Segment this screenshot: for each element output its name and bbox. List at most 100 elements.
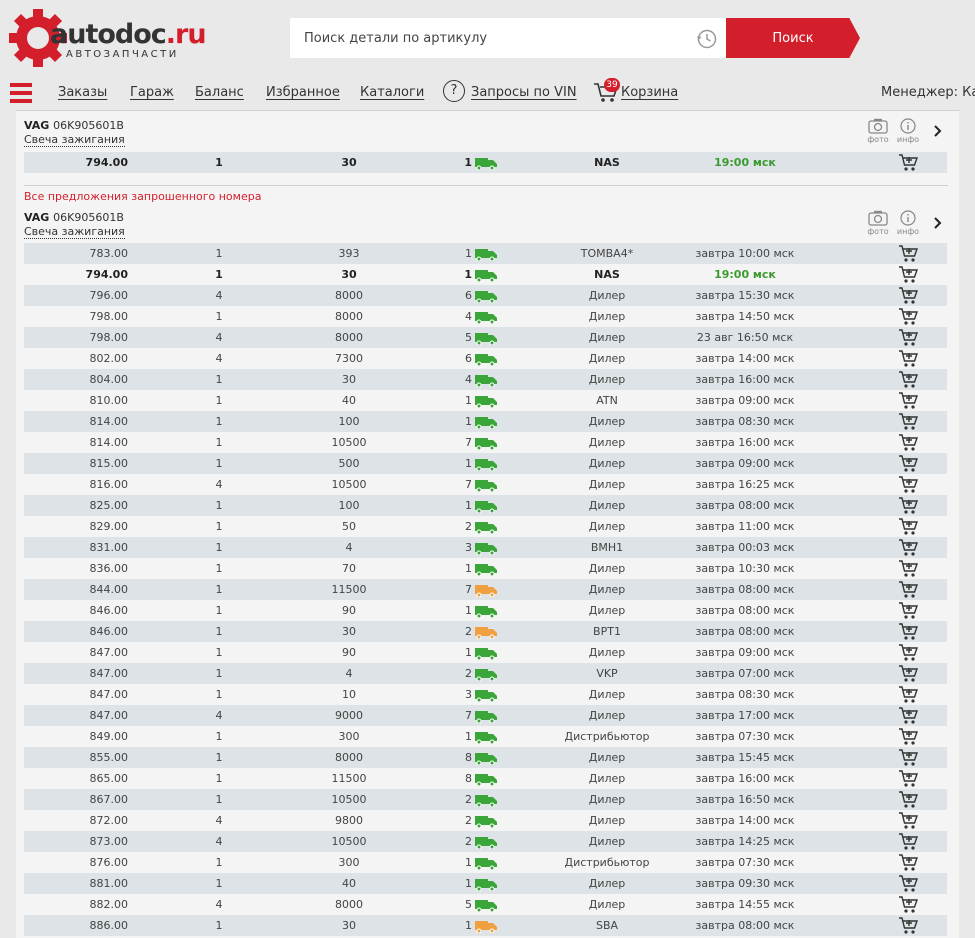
add-to-cart-icon[interactable]: [898, 496, 918, 515]
add-to-cart-icon[interactable]: [898, 769, 918, 788]
offer-supplier: Дилер: [588, 793, 626, 806]
offer-supplier: BMH1: [590, 541, 624, 554]
offer-delivery: завтра 15:45 мск: [695, 751, 795, 764]
photo-button[interactable]: фото: [865, 210, 891, 236]
add-to-cart-icon[interactable]: [898, 811, 918, 830]
offer-stock: 8000: [335, 751, 363, 764]
add-to-cart-icon[interactable]: [898, 790, 918, 809]
offer-days: 1: [465, 247, 472, 260]
offer-supplier: BPT1: [593, 625, 621, 638]
add-to-cart-icon[interactable]: [898, 475, 918, 494]
add-to-cart-icon[interactable]: [898, 748, 918, 767]
add-to-cart-icon[interactable]: [898, 874, 918, 893]
offer-delivery: завтра 10:30 мск: [695, 562, 795, 575]
add-to-cart-icon[interactable]: [898, 853, 918, 872]
offer-price: 796.00: [89, 289, 129, 302]
offer-row: 881.00 1 40 1 Дилер завтра 09:30 мск: [24, 873, 947, 894]
offer-stock: 393: [338, 247, 360, 260]
nav-vin-requests[interactable]: Запросы по VIN: [471, 85, 577, 100]
info-button[interactable]: инфо: [895, 118, 921, 144]
add-to-cart-icon[interactable]: [898, 727, 918, 746]
add-to-cart-icon[interactable]: [898, 664, 918, 683]
photo-button[interactable]: фото: [865, 118, 891, 144]
truck-icon: [474, 646, 498, 661]
search-input[interactable]: [290, 18, 690, 58]
offer-delivery: завтра 08:00 мск: [695, 604, 795, 617]
add-to-cart-icon[interactable]: [898, 391, 918, 410]
add-to-cart-icon[interactable]: [898, 559, 918, 578]
info-icon: [900, 210, 916, 226]
part-article[interactable]: 06K905601B: [53, 119, 124, 132]
logo[interactable]: autodoc.ru АВТОЗАПЧАСТИ: [8, 8, 208, 68]
add-to-cart-icon[interactable]: [898, 328, 918, 347]
offer-days: 1: [465, 562, 472, 575]
truck-icon: [474, 247, 498, 262]
offer-price: 836.00: [89, 562, 129, 575]
part-article[interactable]: 06K905601B: [53, 211, 124, 224]
offer-min-qty: 1: [215, 436, 223, 449]
offer-min-qty: 1: [215, 310, 223, 323]
truck-icon: [474, 436, 498, 451]
add-to-cart-icon[interactable]: [898, 622, 918, 641]
offer-min-qty: 1: [215, 667, 223, 680]
add-to-cart-icon[interactable]: [898, 153, 918, 172]
offer-delivery: завтра 15:30 мск: [695, 289, 795, 302]
part-name[interactable]: Свеча зажигания: [24, 133, 125, 147]
add-to-cart-icon[interactable]: [898, 895, 918, 914]
offer-stock: 30: [342, 625, 356, 638]
add-to-cart-icon[interactable]: [898, 349, 918, 368]
offer-stock: 10500: [331, 478, 367, 491]
menu-icon[interactable]: [10, 83, 32, 103]
question-icon[interactable]: ?: [443, 80, 465, 102]
offer-days: 2: [465, 625, 472, 638]
add-to-cart-icon[interactable]: [898, 601, 918, 620]
nav-balance[interactable]: Баланс: [195, 85, 244, 100]
offer-delivery: завтра 10:00 мск: [695, 247, 795, 260]
offer-delivery: завтра 14:00 мск: [695, 352, 795, 365]
add-to-cart-icon[interactable]: [898, 916, 918, 935]
add-to-cart-icon[interactable]: [898, 685, 918, 704]
search-button[interactable]: Поиск: [726, 18, 860, 58]
offer-row: 814.00 1 100 1 Дилер завтра 08:30 мск: [24, 411, 947, 432]
offer-days: 8: [465, 751, 472, 764]
offer-price: 873.00: [89, 835, 129, 848]
add-to-cart-icon[interactable]: [898, 265, 918, 284]
offer-delivery: завтра 09:00 мск: [695, 457, 795, 470]
chevron-right-icon[interactable]: [933, 125, 943, 137]
add-to-cart-icon[interactable]: [898, 454, 918, 473]
offer-price: 802.00: [89, 352, 129, 365]
offer-price: 844.00: [89, 583, 129, 596]
offer-min-qty: 4: [215, 331, 223, 344]
offer-row: 847.00 1 4 2 VKP завтра 07:00 мск: [24, 663, 947, 684]
nav-cart[interactable]: Корзина: [621, 85, 678, 100]
add-to-cart-icon[interactable]: [898, 286, 918, 305]
add-to-cart-icon[interactable]: [898, 370, 918, 389]
add-to-cart-icon[interactable]: [898, 517, 918, 536]
add-to-cart-icon[interactable]: [898, 412, 918, 431]
add-to-cart-icon[interactable]: [898, 580, 918, 599]
part-name[interactable]: Свеча зажигания: [24, 225, 125, 239]
offer-min-qty: 1: [215, 394, 223, 407]
add-to-cart-icon[interactable]: [898, 643, 918, 662]
offer-days: 1: [465, 394, 472, 407]
add-to-cart-icon[interactable]: [898, 538, 918, 557]
chevron-right-icon[interactable]: [933, 217, 943, 229]
offer-days: 1: [465, 457, 472, 470]
truck-icon: [474, 457, 498, 472]
add-to-cart-icon[interactable]: [898, 706, 918, 725]
nav-orders[interactable]: Заказы: [58, 85, 107, 100]
offer-supplier: Дилер: [588, 835, 626, 848]
offer-days: 7: [465, 436, 472, 449]
add-to-cart-icon[interactable]: [898, 307, 918, 326]
nav-favorites[interactable]: Избранное: [266, 85, 340, 100]
add-to-cart-icon[interactable]: [898, 244, 918, 263]
info-button[interactable]: инфо: [895, 210, 921, 236]
history-icon[interactable]: [696, 28, 718, 50]
truck-icon: [474, 478, 498, 493]
offer-row: 825.00 1 100 1 Дилер завтра 08:00 мск: [24, 495, 947, 516]
nav-catalogs[interactable]: Каталоги: [360, 85, 424, 100]
add-to-cart-icon[interactable]: [898, 433, 918, 452]
nav-garage[interactable]: Гараж: [130, 85, 174, 100]
offer-days: 2: [465, 667, 472, 680]
add-to-cart-icon[interactable]: [898, 832, 918, 851]
